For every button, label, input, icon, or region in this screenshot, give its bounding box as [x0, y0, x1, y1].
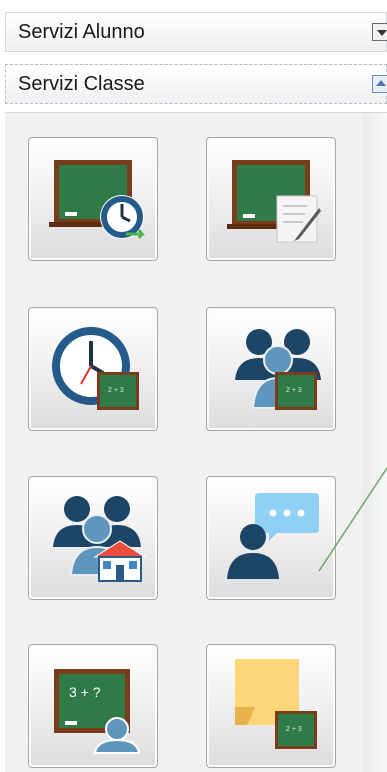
svg-text:2 + 3: 2 + 3: [286, 387, 302, 394]
tile-people-blackboard[interactable]: 2 + 3: [206, 307, 336, 431]
svg-text:2 + 3: 2 + 3: [108, 387, 124, 394]
people-blackboard-icon: 2 + 3: [235, 329, 321, 410]
people-school-icon: [53, 496, 147, 582]
tile-blackboard-edit[interactable]: [206, 137, 336, 261]
tile-blackboard-math-student[interactable]: 3 + ?: [28, 644, 158, 768]
blackboard-math-student-icon: 3 + ?: [54, 669, 141, 754]
servizi-alunno-header[interactable]: Servizi Alunno: [5, 12, 387, 52]
side-scroll-area: [362, 113, 387, 772]
tile-people-school[interactable]: [28, 476, 158, 600]
svg-text:2 + 3: 2 + 3: [286, 726, 302, 733]
tile-blackboard-clock[interactable]: [28, 137, 158, 261]
collapse-down-icon[interactable]: [372, 23, 387, 41]
tile-clock-blackboard[interactable]: 2 + 3: [28, 307, 158, 431]
tile-sticky-note-blackboard[interactable]: 2 + 3: [206, 644, 336, 768]
blackboard-clock-icon: [49, 160, 145, 239]
svg-text:3 + ?: 3 + ?: [69, 684, 101, 700]
servizi-classe-header[interactable]: Servizi Classe: [5, 64, 387, 104]
collapse-up-icon[interactable]: [372, 75, 387, 93]
servizi-alunno-label: Servizi Alunno: [18, 21, 145, 43]
person-chat-icon: [227, 493, 319, 579]
servizi-classe-label: Servizi Classe: [18, 73, 145, 95]
sticky-note-blackboard-icon: 2 + 3: [235, 659, 317, 749]
clock-blackboard-icon: 2 + 3: [52, 327, 139, 410]
blackboard-edit-icon: [227, 160, 321, 243]
tile-person-chat[interactable]: [206, 476, 336, 600]
